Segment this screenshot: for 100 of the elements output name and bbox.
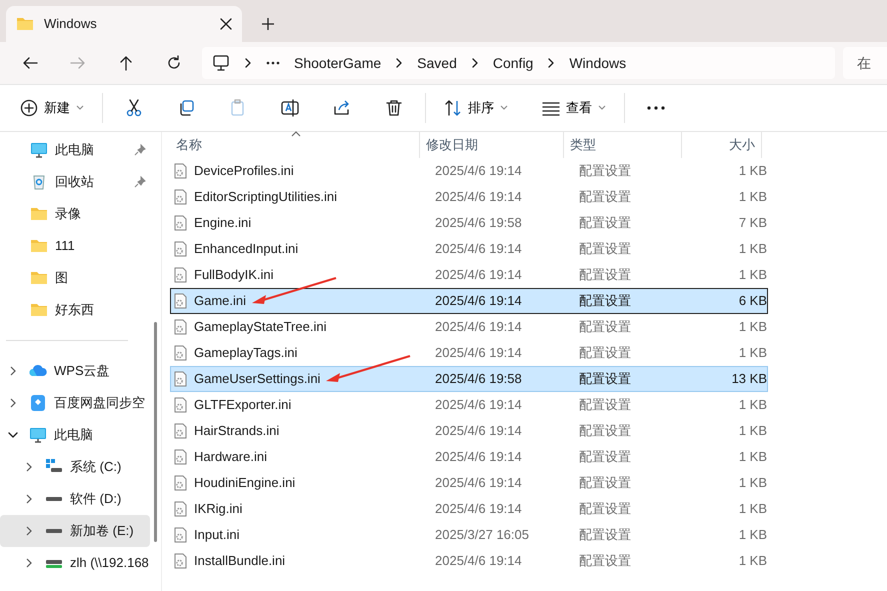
chevron-down-icon[interactable] <box>8 430 18 440</box>
file-row[interactable]: DeviceProfiles.ini 2025/4/6 19:14 配置设置 1 KB <box>170 158 768 184</box>
tree-item[interactable]: 系统 (C:) <box>0 451 150 483</box>
new-button[interactable]: 新建 <box>8 90 96 126</box>
file-name: GameUserSettings.ini <box>194 370 320 388</box>
breadcrumb-item[interactable]: ShooterGame <box>294 52 382 74</box>
sidebar-item[interactable]: 录像 <box>0 198 150 230</box>
breadcrumb-item[interactable]: Windows <box>569 52 626 74</box>
file-row[interactable]: EditorScriptingUtilities.ini 2025/4/6 19:14 配置设置 1 KB <box>170 184 768 210</box>
sidebar-item[interactable]: 好东西 <box>0 294 150 326</box>
chevron-right-icon[interactable] <box>24 462 34 472</box>
settings-file-icon <box>173 163 188 179</box>
settings-file-icon <box>173 527 188 543</box>
computer-icon <box>212 54 230 72</box>
scrollbar[interactable] <box>154 322 157 542</box>
file-row[interactable]: HairStrands.ini 2025/4/6 19:14 配置设置 1 KB <box>170 418 768 444</box>
file-row[interactable]: FullBodyIK.ini 2025/4/6 19:14 配置设置 1 KB <box>170 262 768 288</box>
file-row[interactable]: IKRig.ini 2025/4/6 19:14 配置设置 1 KB <box>170 496 768 522</box>
ellipsis-icon[interactable] <box>266 61 280 65</box>
file-row[interactable]: InstallBundle.ini 2025/4/6 19:14 配置设置 1 KB <box>170 548 768 574</box>
file-name: EditorScriptingUtilities.ini <box>194 188 338 206</box>
tree-item[interactable]: zlh (\\192.168 <box>0 547 150 579</box>
address-bar[interactable]: ShooterGame Saved Config Windows <box>202 47 835 79</box>
column-header[interactable]: 类型 <box>564 132 682 158</box>
file-name: HoudiniEngine.ini <box>194 474 296 492</box>
file-row[interactable]: EnhancedInput.ini 2025/4/6 19:14 配置设置 1 KB <box>170 236 768 262</box>
file-row[interactable]: GameplayTags.ini 2025/4/6 19:14 配置设置 1 KB <box>170 340 768 366</box>
tree-item[interactable]: 新加卷 (E:) <box>0 515 150 547</box>
table-cell-text: 配置设置 <box>578 266 632 284</box>
settings-file-icon <box>173 475 188 491</box>
plus-circle-icon <box>20 99 38 117</box>
close-icon[interactable] <box>220 18 232 30</box>
table-cell-text: 1 KB <box>738 474 767 492</box>
folder-icon <box>30 237 48 255</box>
table-cell-text: 配置设置 <box>578 240 632 258</box>
file-row[interactable]: Input.ini 2025/3/27 16:05 配置设置 1 KB <box>170 522 768 548</box>
settings-file-icon <box>173 293 188 309</box>
chevron-right-icon <box>395 58 404 68</box>
file-row[interactable]: Game.ini 2025/4/6 19:14 配置设置 6 KB <box>170 288 768 314</box>
file-row[interactable]: GameUserSettings.ini 2025/4/6 19:58 配置设置 13 KB <box>170 366 768 392</box>
file-name: InstallBundle.ini <box>194 552 286 570</box>
table-cell-text: 2025/4/6 19:14 <box>434 240 523 258</box>
table-cell-text: 1 KB <box>738 552 767 570</box>
file-row[interactable]: Hardware.ini 2025/4/6 19:14 配置设置 1 KB <box>170 444 768 470</box>
table-cell-text: 1 KB <box>738 266 767 284</box>
table-cell-text: 2025/4/6 19:14 <box>434 162 523 180</box>
tree-item[interactable]: 此电脑 <box>0 419 150 451</box>
caret-icon <box>598 105 606 111</box>
up-arrow-icon <box>118 55 134 71</box>
new-tab-icon[interactable] <box>262 18 274 30</box>
share-icon <box>333 99 351 117</box>
table-cell-text: 2025/3/27 16:05 <box>434 526 530 544</box>
file-name: GLTFExporter.ini <box>194 396 292 414</box>
file-row[interactable]: Engine.ini 2025/4/6 19:58 配置设置 7 KB <box>170 210 768 236</box>
table-cell-text: 1 KB <box>738 240 767 258</box>
tree-item[interactable]: 百度网盘同步空 <box>0 387 150 419</box>
computer-icon <box>29 426 47 444</box>
table-cell-text: 配置设置 <box>578 344 632 362</box>
table-cell-text: 2025/4/6 19:14 <box>434 422 523 440</box>
breadcrumb-item[interactable]: Config <box>492 52 534 74</box>
table-cell-text: 配置设置 <box>578 370 632 388</box>
table-cell-text: 2025/4/6 19:14 <box>434 188 523 206</box>
column-header[interactable]: 修改日期 <box>420 132 564 158</box>
trash-icon <box>385 99 403 117</box>
table-cell-text: 6 KB <box>738 292 767 310</box>
chevron-right-icon[interactable] <box>24 526 34 536</box>
view-button[interactable]: 查看 <box>530 90 618 126</box>
chevron-right-icon[interactable] <box>8 398 18 408</box>
settings-file-icon <box>173 319 188 335</box>
column-header[interactable]: 大小 <box>682 132 762 158</box>
window-tab[interactable]: Windows <box>6 6 242 42</box>
tree-item[interactable]: WPS云盘 <box>0 355 150 387</box>
table-cell-text: 13 KB <box>730 370 767 388</box>
search-field[interactable]: 在 <box>843 47 887 79</box>
settings-file-icon <box>173 449 188 465</box>
breadcrumb-item[interactable]: Saved <box>417 52 457 74</box>
file-row[interactable]: GLTFExporter.ini 2025/4/6 19:14 配置设置 1 KB <box>170 392 768 418</box>
chevron-right-icon[interactable] <box>24 494 34 504</box>
file-name: Hardware.ini <box>194 448 267 466</box>
file-row[interactable]: HoudiniEngine.ini 2025/4/6 19:14 配置设置 1 KB <box>170 470 768 496</box>
table-cell-text: 配置设置 <box>578 448 632 466</box>
tree-item[interactable]: 软件 (D:) <box>0 483 150 515</box>
file-name: HairStrands.ini <box>194 422 280 440</box>
sidebar-item[interactable]: 111 <box>0 230 150 262</box>
settings-file-icon <box>173 215 188 231</box>
chevron-right-icon[interactable] <box>24 558 34 568</box>
sidebar-item[interactable]: 此电脑 <box>0 134 150 166</box>
table-cell-text: 配置设置 <box>578 396 632 414</box>
sidebar-item[interactable]: 回收站 <box>0 166 150 198</box>
table-cell-text: 1 KB <box>738 162 767 180</box>
caret-icon <box>500 105 508 111</box>
file-name: GameplayStateTree.ini <box>194 318 326 336</box>
column-header[interactable]: 名称 <box>162 132 420 158</box>
file-row[interactable]: GameplayStateTree.ini 2025/4/6 19:14 配置设置 1 KB <box>170 314 768 340</box>
sort-button[interactable]: 排序 <box>432 90 520 126</box>
chevron-right-icon[interactable] <box>8 366 18 376</box>
drive-icon <box>46 497 62 501</box>
settings-file-icon <box>173 501 188 517</box>
sidebar-item[interactable]: 图 <box>0 262 150 294</box>
table-cell-text: 2025/4/6 19:14 <box>434 500 523 518</box>
